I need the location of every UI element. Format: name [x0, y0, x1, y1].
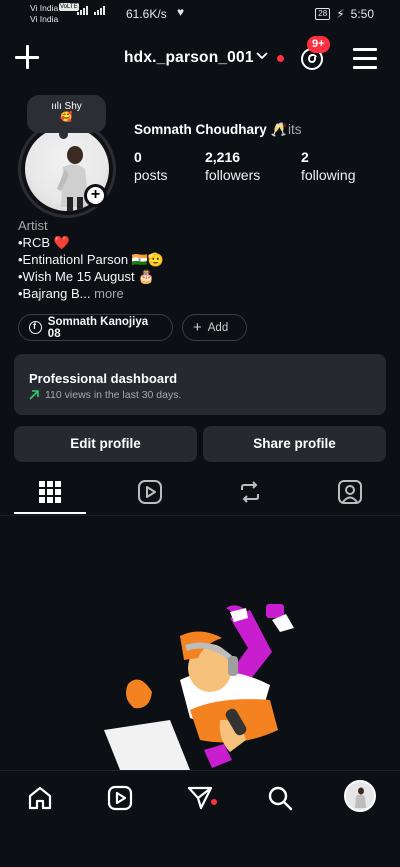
carrier-2: Vi India [30, 14, 59, 24]
status-bar: Vi India VoLTE Vi India 61.6K/s ♥ 28 ⚡ 5… [0, 0, 400, 30]
plus-icon: + [193, 319, 202, 336]
note-text: Shy [64, 101, 82, 112]
posts-label[interactable]: posts [134, 167, 167, 183]
profile-avatar[interactable] [344, 780, 376, 812]
profile-header: hdx._parson_001 9+ [0, 30, 400, 86]
charging-icon: ⚡ [336, 7, 345, 21]
grid-icon[interactable] [36, 478, 64, 506]
direct-messages-icon[interactable] [186, 784, 214, 812]
bio-line: •Entinationl Parson 🇮🇳🫡 [18, 252, 165, 267]
bottom-navigation [0, 770, 400, 835]
heart-status-icon: ♥ [177, 5, 185, 19]
reposts-icon[interactable] [236, 478, 264, 506]
add-link-chip[interactable]: + Add [182, 314, 247, 341]
facebook-profile-chip[interactable]: Somnath Kanojiya 08 [18, 314, 173, 341]
username[interactable]: hdx._parson_001 [124, 49, 254, 67]
system-navigation-bar [0, 835, 400, 867]
dashboard-title: Professional dashboard [29, 371, 178, 386]
active-tab-indicator [14, 512, 86, 514]
carrier-1: Vi India [30, 3, 59, 13]
tagged-icon[interactable] [336, 478, 364, 506]
display-name: Somnath Choudhary 🥂 [134, 122, 288, 137]
bio-line: •Wish Me 15 August 🎂 [18, 269, 155, 284]
network-speed: 61.6K/s [126, 7, 167, 21]
followers-count[interactable]: 2,216 [205, 149, 240, 165]
bio-line: •RCB ❤️ [18, 235, 70, 250]
category-label: Artist [18, 218, 48, 233]
note-emoji: 🥰 [60, 112, 73, 123]
clock: 5:50 [350, 7, 374, 21]
reels-icon[interactable] [106, 784, 134, 812]
followers-label[interactable]: followers [205, 167, 260, 183]
facebook-chip-label: Somnath Kanojiya 08 [47, 315, 149, 340]
dashboard-subtitle: 110 views in the last 30 days. [45, 389, 182, 401]
dashboard-subtitle-row: 110 views in the last 30 days. [29, 389, 181, 401]
notification-badge: 9+ [307, 36, 330, 53]
bio-line-last: •Bajrang B... more [18, 285, 124, 302]
home-icon[interactable] [26, 784, 54, 812]
volte-badge: VoLTE [59, 3, 79, 11]
edit-profile-button[interactable]: Edit profile [14, 426, 197, 462]
battery-icon: 28 [315, 8, 331, 20]
facebook-icon [29, 321, 42, 334]
chevron-down-icon[interactable] [255, 50, 269, 62]
professional-dashboard-card[interactable]: Professional dashboard 110 views in the … [14, 354, 386, 415]
display-name-suffix: its [288, 122, 302, 137]
menu-icon[interactable] [353, 47, 377, 69]
empty-state-illustration [104, 604, 294, 770]
signal-icon [77, 6, 105, 15]
messages-unread-dot [211, 799, 217, 805]
bio-more-link[interactable]: more [94, 286, 124, 301]
create-plus-icon[interactable] [14, 44, 40, 70]
trend-up-icon [29, 390, 39, 400]
add-story-plus-icon[interactable]: + [84, 184, 107, 207]
posts-count[interactable]: 0 [134, 149, 142, 165]
share-profile-button[interactable]: Share profile [203, 426, 386, 462]
note-bubble[interactable]: ıılı Shy 🥰 [27, 95, 106, 139]
status-right: 28 ⚡ 5:50 [315, 7, 374, 21]
reels-icon[interactable] [136, 478, 164, 506]
profile-tabs [0, 470, 400, 516]
add-chip-label: Add [207, 321, 229, 334]
following-label[interactable]: following [301, 167, 355, 183]
account-alert-dot [277, 55, 284, 62]
following-count[interactable]: 2 [301, 149, 309, 165]
audio-waves-icon: ıılı [51, 101, 62, 112]
search-icon[interactable] [266, 784, 294, 812]
bio-line: •Bajrang B... [18, 286, 91, 301]
